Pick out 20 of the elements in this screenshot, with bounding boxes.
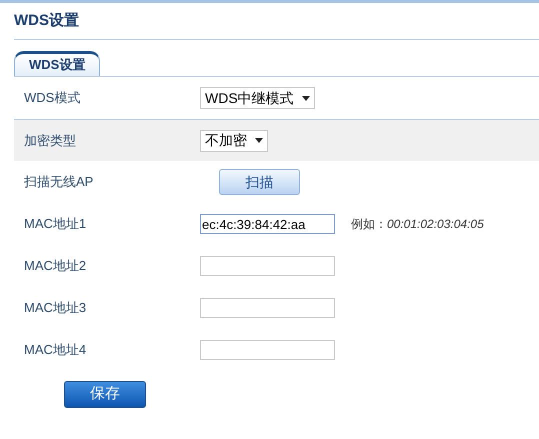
mac-input-field[interactable]: ec:4c:39:84:42:aa <box>200 214 335 234</box>
dropdown[interactable]: WDS中继模式 <box>200 87 315 109</box>
field-label: WDS模式 <box>23 89 82 108</box>
dropdown[interactable]: 不加密 <box>200 130 268 152</box>
field-label: 扫描无线AP <box>23 173 94 192</box>
field-label: 加密类型 <box>23 132 77 150</box>
caret-icon <box>255 138 263 143</box>
caret-icon <box>302 96 310 100</box>
page-title: WDS设置 <box>14 10 80 31</box>
field-label: MAC地址4 <box>23 341 88 360</box>
mac-input-field[interactable] <box>200 340 335 360</box>
field-label: MAC地址3 <box>23 299 88 318</box>
mac-input-field[interactable] <box>200 256 335 276</box>
mac-input-field[interactable] <box>200 298 335 318</box>
field-label: MAC地址2 <box>23 257 88 276</box>
example-hint: 例如：00:01:02:03:04:05 <box>351 216 484 233</box>
save-button[interactable]: 保存 <box>64 381 146 408</box>
field-label: MAC地址1 <box>23 215 88 234</box>
scan-button[interactable]: 扫描 <box>219 169 300 195</box>
tab[interactable]: WDS设置 <box>14 51 100 76</box>
